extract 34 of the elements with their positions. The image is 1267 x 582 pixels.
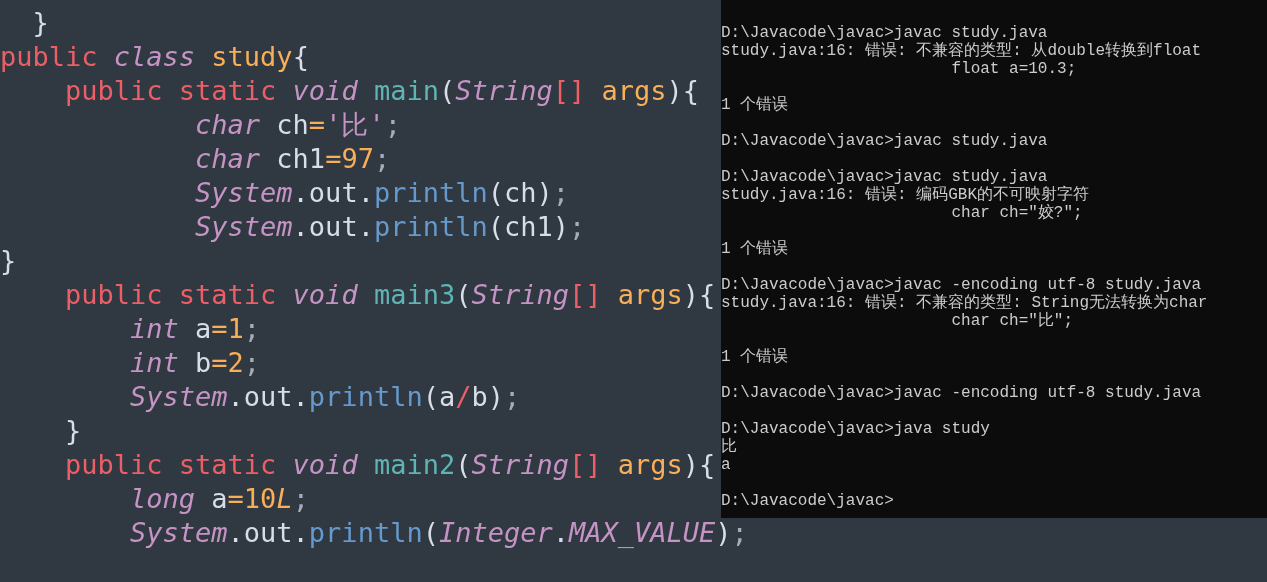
terminal-line: a	[721, 456, 731, 474]
terminal-line: study.java:16: 错误: 不兼容的类型: 从double转换到float	[721, 42, 1202, 60]
terminal-line: char ch="比";	[950, 312, 1074, 330]
code-line: char ch='比';	[194, 108, 401, 142]
terminal-line: D:\Javacode\javac>java study	[721, 420, 990, 438]
terminal-line: char ch="姣?";	[950, 204, 1083, 222]
terminal-line: D:\Javacode\javac>	[721, 492, 894, 510]
code-line: public class study{	[0, 40, 309, 74]
code-line: public static void main(String[] args){	[64, 74, 700, 108]
code-line: char ch1=97;	[194, 142, 391, 176]
terminal-line: 1 个错误	[721, 96, 789, 114]
code-line: public static void main3(String[] args){	[64, 278, 716, 312]
terminal-line: D:\Javacode\javac>javac study.java	[721, 132, 1048, 150]
terminal-line: D:\Javacode\javac>javac study.java	[721, 24, 1048, 42]
code-line: }	[0, 244, 17, 278]
code-line: System.out.println(ch);	[194, 176, 569, 210]
terminal-line: float a=10.3;	[950, 60, 1077, 78]
terminal-line: D:\Javacode\javac>javac -encoding utf-8 study.java	[721, 384, 1202, 402]
terminal-line: D:\Javacode\javac>javac -encoding utf-8 study.java	[721, 276, 1202, 294]
code-line: System.out.println(ch1);	[194, 210, 586, 244]
terminal-line: study.java:16: 错误: 不兼容的类型: String无法转换为char	[721, 294, 1208, 312]
code-line: int a=1;	[129, 312, 261, 346]
terminal-line: 1 个错误	[721, 348, 789, 366]
code-line: long a=10L;	[129, 482, 309, 516]
code-line: System.out.println(Integer.MAX_VALUE);	[129, 516, 748, 550]
code-line: int b=2;	[129, 346, 261, 380]
terminal-line: D:\Javacode\javac>javac study.java	[721, 168, 1048, 186]
code-line: }	[31, 6, 49, 40]
terminal-line: study.java:16: 错误: 编码GBK的不可映射字符	[721, 186, 1090, 204]
terminal-line: 1 个错误	[721, 240, 789, 258]
code-line: }	[64, 414, 82, 448]
terminal-line: 比	[721, 438, 737, 456]
code-line: public static void main2(String[] args){	[64, 448, 716, 482]
code-line: System.out.println(a/b);	[129, 380, 521, 414]
